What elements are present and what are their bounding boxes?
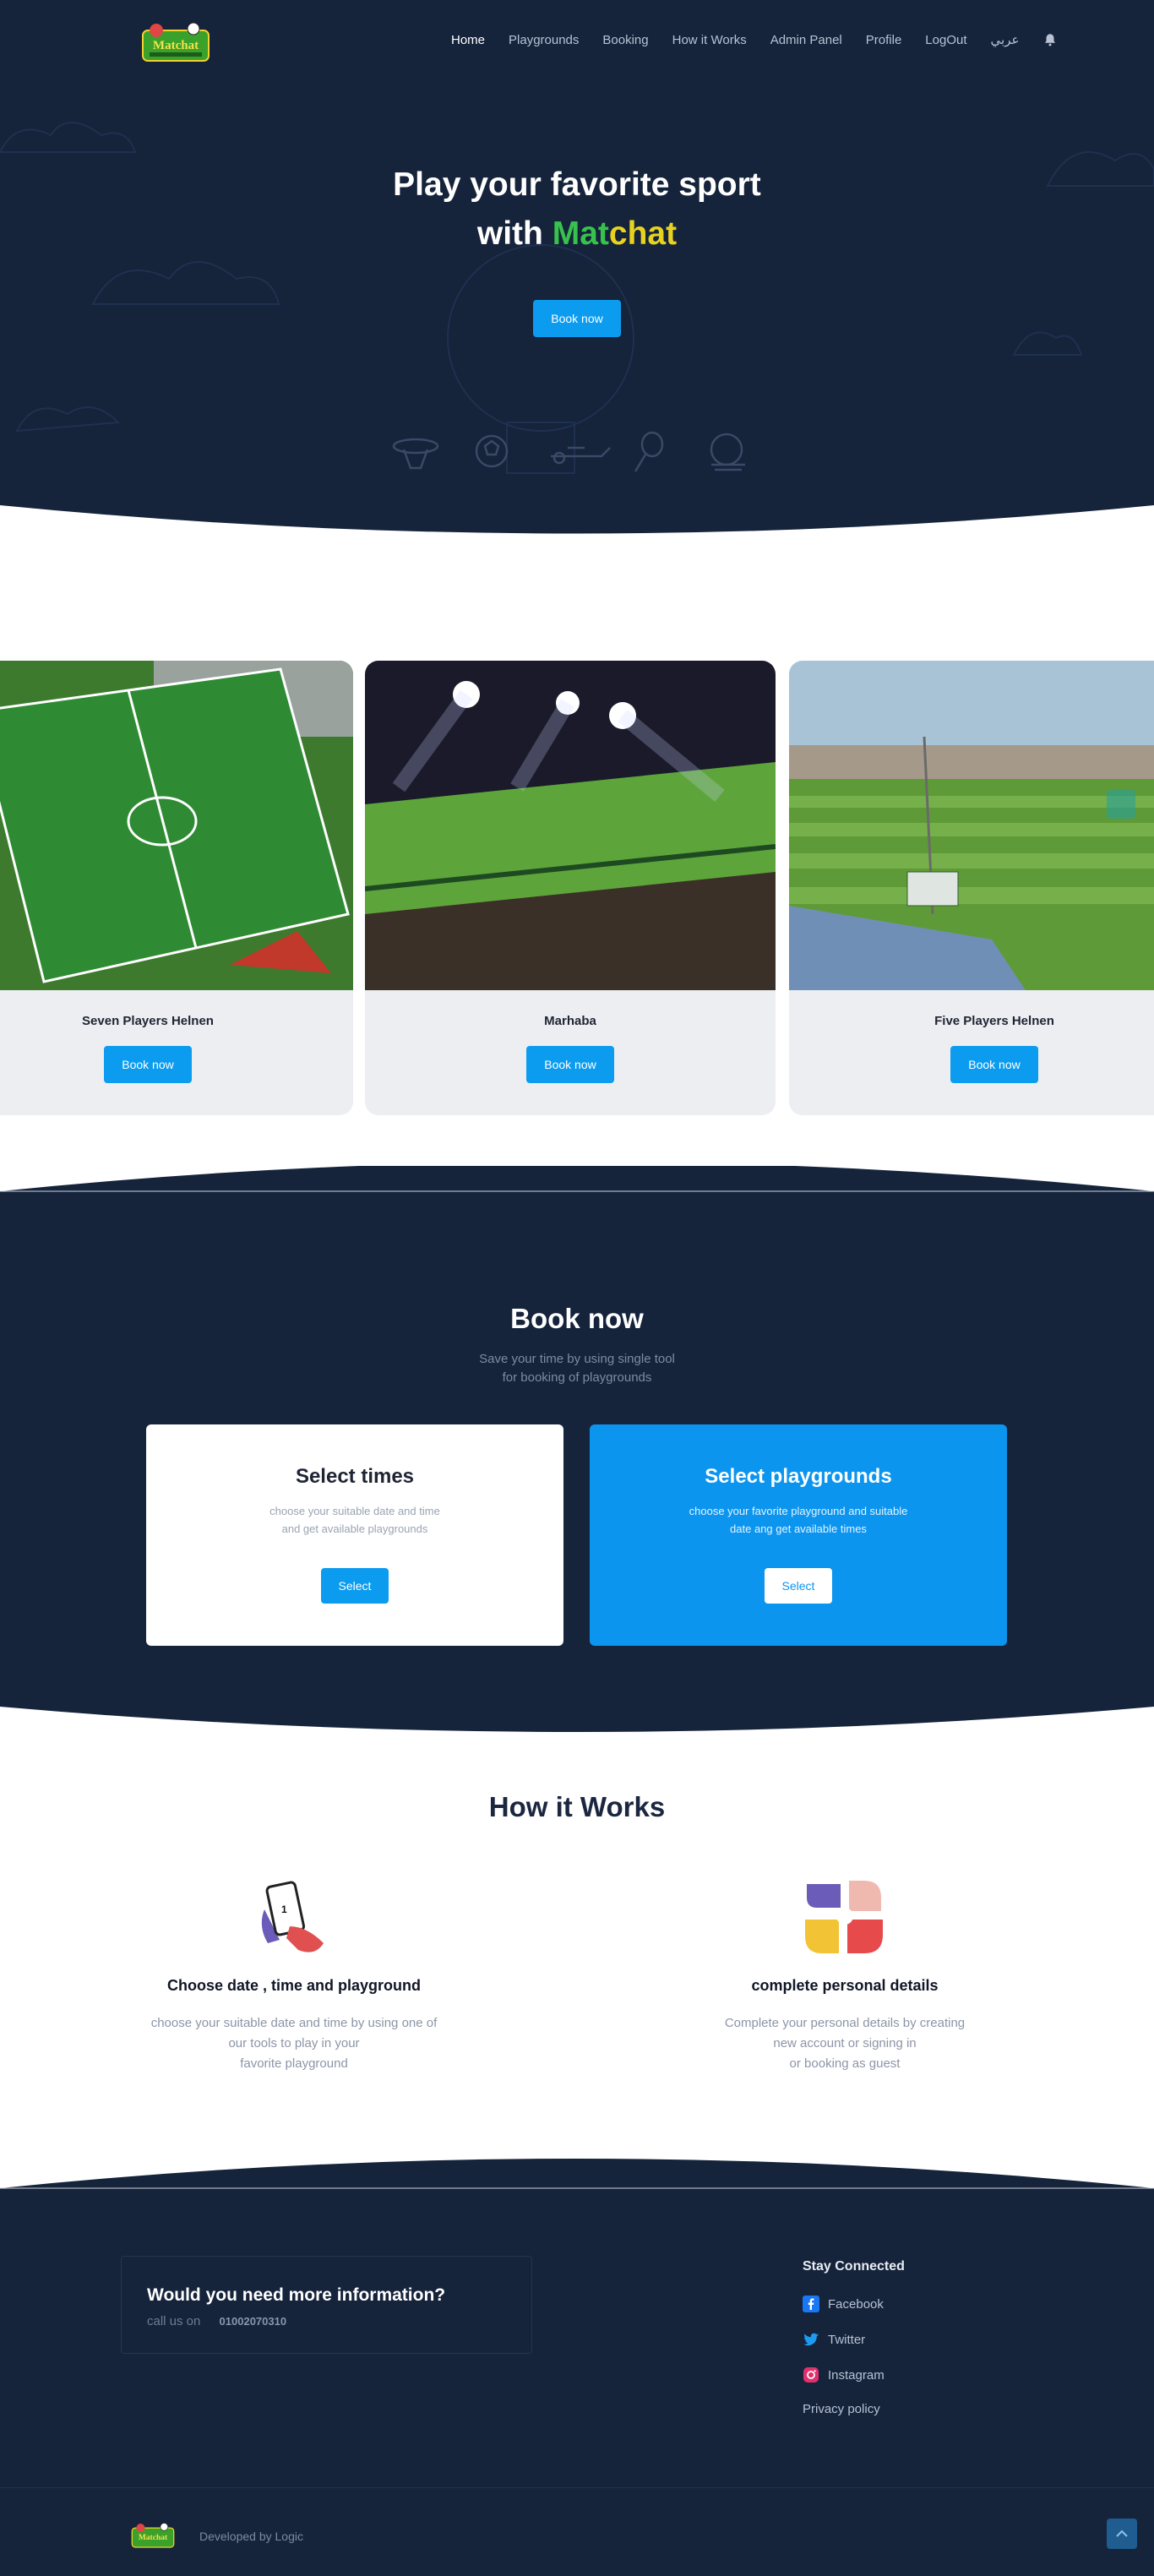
nav-home[interactable]: Home xyxy=(451,33,485,47)
step-desc-line2: new account or signing in xyxy=(773,2036,917,2050)
phone-in-hand-icon: 1 xyxy=(261,1881,324,1952)
select-times-desc-line2: and get available playgrounds xyxy=(281,1522,428,1535)
contact-info-box: Would you need more information? call us… xyxy=(121,2256,532,2354)
footer-background xyxy=(0,2159,1154,2576)
hero-title-line1: Play your favorite sport xyxy=(393,166,761,203)
basketball-icon xyxy=(392,438,439,470)
select-playgrounds-desc-line1: choose your favorite playground and suit… xyxy=(689,1505,908,1517)
select-times-description: choose your suitable date and time and g… xyxy=(146,1502,563,1538)
playground-card: Seven Players Helnen Book now xyxy=(0,661,353,1115)
book-now-subtitle: Save your time by using single tool for … xyxy=(0,1350,1154,1387)
facebook-label: Facebook xyxy=(828,2296,884,2312)
svg-text:Matchat: Matchat xyxy=(153,39,199,52)
step-title: Choose date , time and playground xyxy=(166,1977,422,1994)
step-desc-line3: or booking as guest xyxy=(789,2056,901,2071)
footer-matchat-logo[interactable]: Matchat xyxy=(131,2519,175,2551)
playground-card: Five Players Helnen Book now xyxy=(789,661,1154,1115)
bell-icon[interactable] xyxy=(1042,32,1058,47)
stay-connected-title: Stay Connected xyxy=(803,2259,905,2274)
hero-brand-part2: chat xyxy=(608,215,678,252)
select-playgrounds-card: Select playgrounds choose your favorite … xyxy=(590,1424,1007,1646)
book-now-subtitle-line1: Save your time by using single tool xyxy=(479,1352,675,1366)
step-description: choose your suitable date and time by us… xyxy=(117,2013,471,2074)
how-step: 1 Choose date , time and playground choo… xyxy=(117,1876,471,2074)
playgrounds-carousel: Seven Players Helnen Book now Marhaba Bo… xyxy=(0,661,1154,1115)
hero-title-line2: with Matchat xyxy=(0,210,1154,259)
instagram-label: Instagram xyxy=(828,2367,885,2383)
social-twitter-link[interactable]: Twitter xyxy=(803,2331,865,2348)
step-description: Complete your personal details by creati… xyxy=(667,2013,1022,2074)
instagram-icon xyxy=(803,2367,819,2383)
select-times-title: Select times xyxy=(295,1465,415,1488)
scroll-to-top-button[interactable] xyxy=(1107,2519,1137,2549)
book-now-title: Book now xyxy=(510,1303,644,1334)
playground-image[interactable] xyxy=(0,661,353,990)
developed-by-text: Developed by Logic xyxy=(199,2530,303,2543)
hockey-stick-icon xyxy=(551,446,611,465)
playground-image[interactable] xyxy=(789,661,1154,990)
nav-language-toggle[interactable]: عربي xyxy=(991,32,1020,47)
contact-info-title: Would you need more information? xyxy=(147,2285,446,2305)
playground-name: Seven Players Helnen xyxy=(82,1014,214,1028)
hero-book-now-button[interactable]: Book now xyxy=(533,300,621,337)
svg-text:Matchat: Matchat xyxy=(139,2534,168,2542)
select-playgrounds-button[interactable]: Select xyxy=(765,1568,832,1604)
hero-title: Play your favorite sport with Matchat xyxy=(0,161,1154,259)
step-desc-line1: choose your suitable date and time by us… xyxy=(150,2016,438,2030)
nav-admin-panel[interactable]: Admin Panel xyxy=(770,33,842,47)
matchat-logo[interactable]: Matchat xyxy=(141,20,210,64)
volleyball-icon xyxy=(710,433,745,471)
how-it-works-title: How it Works xyxy=(488,1791,666,1822)
privacy-policy-link[interactable]: Privacy policy xyxy=(803,2402,880,2416)
step-desc-line2: our tools to play in your xyxy=(228,2036,360,2050)
contact-call-line: call us on 01002070310 xyxy=(147,2314,286,2328)
step-desc-line3: favorite playground xyxy=(240,2056,348,2071)
how-step: complete personal details Complete your … xyxy=(667,1876,1022,2074)
footer-divider xyxy=(0,2487,1154,2488)
playground-image[interactable] xyxy=(365,661,776,990)
nav-playgrounds[interactable]: Playgrounds xyxy=(509,33,579,47)
social-facebook-link[interactable]: Facebook xyxy=(803,2296,884,2312)
social-instagram-link[interactable]: Instagram xyxy=(803,2366,885,2383)
nav-how-it-works[interactable]: How it Works xyxy=(672,33,747,47)
playground-card: Marhaba Book now xyxy=(365,661,776,1115)
playground-name: Marhaba xyxy=(544,1014,596,1028)
hero-section: Matchat Home Playgrounds Booking How it … xyxy=(0,0,1154,541)
facebook-icon xyxy=(803,2296,819,2312)
top-navigation: Matchat Home Playgrounds Booking How it … xyxy=(0,0,1154,84)
hero-title-with: with xyxy=(476,215,543,252)
tennis-racket-icon xyxy=(634,431,664,472)
svg-text:1: 1 xyxy=(281,1903,287,1915)
hero-brand-part1: Mat xyxy=(552,215,609,252)
call-label: call us on xyxy=(147,2314,201,2328)
select-playgrounds-desc-line2: date ang get available times xyxy=(730,1522,867,1535)
playground-book-now-button[interactable]: Book now xyxy=(526,1046,614,1083)
teamwork-hands-icon xyxy=(805,1881,883,1953)
soccer-ball-icon xyxy=(475,434,509,468)
nav-profile[interactable]: Profile xyxy=(866,33,902,47)
twitter-label: Twitter xyxy=(828,2332,866,2347)
playground-book-now-button[interactable]: Book now xyxy=(104,1046,192,1083)
sports-icons xyxy=(392,431,745,472)
playground-name: Five Players Helnen xyxy=(934,1014,1054,1028)
select-times-card: Select times choose your suitable date a… xyxy=(146,1424,563,1646)
nav-logout[interactable]: LogOut xyxy=(925,33,966,47)
select-times-button[interactable]: Select xyxy=(321,1568,389,1604)
book-now-subtitle-line2: for booking of playgrounds xyxy=(502,1370,652,1385)
carousel-scroll-chip[interactable] xyxy=(1107,790,1135,819)
book-now-section: Book now Save your time by using single … xyxy=(0,1166,1154,1740)
select-times-desc-line1: choose your suitable date and time xyxy=(269,1505,440,1517)
select-playgrounds-description: choose your favorite playground and suit… xyxy=(590,1502,1007,1538)
step-title: complete personal details xyxy=(751,1977,939,1994)
nav-links: Home Playgrounds Booking How it Works Ad… xyxy=(451,32,1058,47)
twitter-icon xyxy=(803,2333,819,2346)
playground-book-now-button[interactable]: Book now xyxy=(950,1046,1038,1083)
select-playgrounds-title: Select playgrounds xyxy=(705,1465,892,1488)
footer: Would you need more information? call us… xyxy=(0,2154,1154,2576)
phone-number[interactable]: 01002070310 xyxy=(220,2315,287,2328)
nav-booking[interactable]: Booking xyxy=(602,33,648,47)
step-desc-line1: Complete your personal details by creati… xyxy=(724,2016,966,2030)
